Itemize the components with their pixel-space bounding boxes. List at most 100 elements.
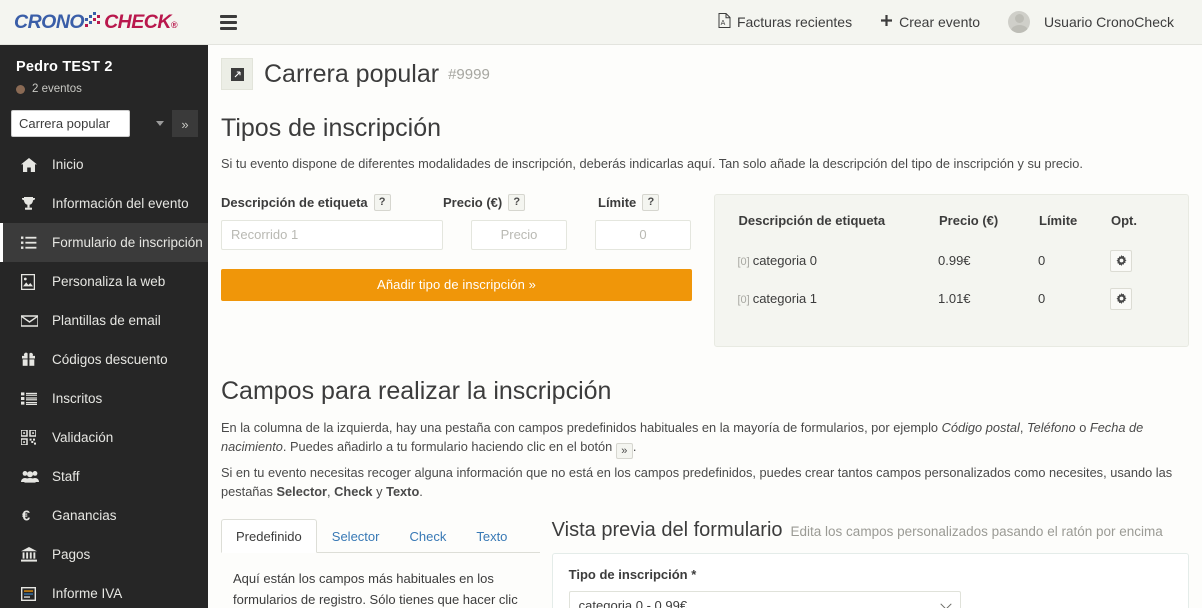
preview-field-label-text: Tipo de inscripción xyxy=(568,567,688,583)
tab-panel-predefinido: Aquí están los campos más habituales en … xyxy=(221,553,540,608)
tab-selector[interactable]: Selector xyxy=(317,519,395,553)
types-row: Descripción de etiqueta ? Precio (€) ? L… xyxy=(208,193,1202,347)
col-opt: Opt. xyxy=(1111,212,1137,228)
home-icon xyxy=(21,157,42,172)
label-limite-text: Límite xyxy=(598,194,637,210)
fields-paragraph-2: Si en tu evento necesitas recoger alguna… xyxy=(221,463,1189,501)
event-go-button[interactable]: » xyxy=(172,110,198,137)
logo-text: CRONO CHECK ® xyxy=(14,10,178,34)
sidebar-item-label: Formulario de inscripción xyxy=(52,235,203,250)
types-table-head: Descripción de etiqueta Precio (€) Límit… xyxy=(737,212,1166,244)
brand-logo[interactable]: CRONO CHECK ® xyxy=(0,0,208,45)
tipo-inscripcion-select[interactable]: categoria 0 - 0.99€ xyxy=(568,591,961,608)
logo-registered-icon: ® xyxy=(170,19,178,30)
sidebar-item-staff[interactable]: Staff xyxy=(0,457,208,496)
recent-invoices-link[interactable]: A Facturas recientes xyxy=(704,0,866,45)
create-event-label: Crear evento xyxy=(899,14,981,30)
p2-c: y xyxy=(372,484,387,500)
hamburger-bar xyxy=(220,26,237,30)
sidebar-item-informe-iva[interactable]: Informe IVA xyxy=(0,574,208,608)
p1-em1: Código postal xyxy=(941,419,1020,435)
tab-predefinido[interactable]: Predefinido xyxy=(221,519,317,554)
status-dot-icon xyxy=(16,84,25,94)
row-name: categoria 0 xyxy=(752,253,818,269)
tab-check[interactable]: Check xyxy=(394,519,461,553)
limite-input[interactable] xyxy=(595,219,691,250)
sidebar-item-ganancias[interactable]: € Ganancias xyxy=(0,496,208,535)
user-menu[interactable]: Usuario CronoCheck xyxy=(994,0,1188,45)
invoice-icon xyxy=(21,586,42,601)
sidebar-item-label: Validación xyxy=(52,430,114,445)
top-navbar-right: A Facturas recientes Crear evento Usuari… xyxy=(704,0,1202,45)
tab-body-line-1: Aquí están los campos más habituales en … xyxy=(233,571,494,587)
cell-opt xyxy=(1110,244,1166,282)
sidebar-user-meta: 2 eventos xyxy=(16,83,192,95)
sidebar-item-label: Inicio xyxy=(52,157,84,172)
euro-icon: € xyxy=(21,508,42,524)
pencil-square-icon[interactable] xyxy=(221,58,253,90)
sidebar-item-validacion[interactable]: Validación xyxy=(0,418,208,457)
cell-limite: 0 xyxy=(1038,291,1046,307)
types-section-heading: Tipos de inscripción xyxy=(221,114,442,142)
cell-descripcion: [0] categoria 1 xyxy=(737,282,938,320)
sidebar-item-inscritos[interactable]: Inscritos xyxy=(0,379,208,418)
sidebar-item-label: Personaliza la web xyxy=(52,274,166,289)
precio-input[interactable] xyxy=(471,219,567,250)
types-section-lead: Si tu evento dispone de diferentes modal… xyxy=(221,156,1083,171)
sidebar-item-inicio[interactable]: Inicio xyxy=(0,145,208,184)
cell-opt xyxy=(1110,282,1166,320)
col-descripcion: Descripción de etiqueta xyxy=(738,212,886,228)
label-precio-text: Precio (€) xyxy=(443,194,503,210)
sidebar-item-codigos-descuento[interactable]: Códigos descuento xyxy=(0,340,208,379)
add-type-inputs xyxy=(221,219,700,250)
hamburger-bar xyxy=(220,14,237,18)
gear-icon[interactable] xyxy=(1110,287,1132,310)
sidebar-item-informacion-del-evento[interactable]: Información del evento xyxy=(0,184,208,223)
table-row: [0] categoria 1 1.01€ 0 xyxy=(737,282,1166,320)
add-type-button[interactable]: Añadir tipo de inscripción » xyxy=(221,268,692,301)
field-tabs-column: Predefinido Selector Check Texto Aquí es… xyxy=(221,519,540,608)
help-descripcion-button[interactable]: ? xyxy=(373,193,391,211)
label-limite: Límite ? xyxy=(598,193,660,211)
cell-descripcion: [0] categoria 0 xyxy=(737,244,938,282)
fields-section-heading: Campos para realizar la inscripción xyxy=(221,376,612,405)
gear-icon[interactable] xyxy=(1110,249,1132,272)
p2-b1: Selector xyxy=(276,484,328,500)
sidebar-item-plantillas-de-email[interactable]: Plantillas de email xyxy=(0,301,208,340)
hamburger-icon[interactable] xyxy=(220,14,246,30)
table-row: [0] categoria 0 0.99€ 0 xyxy=(737,244,1166,282)
sidebar-item-formulario-de-inscripcion[interactable]: Formulario de inscripción xyxy=(0,223,208,262)
sidebar-item-label: Informe IVA xyxy=(52,586,123,601)
tab-texto[interactable]: Texto xyxy=(461,519,522,553)
logo-crono-text: CRONO xyxy=(14,10,85,33)
sidebar-item-pagos[interactable]: Pagos xyxy=(0,535,208,574)
trophy-icon xyxy=(21,196,42,211)
types-table-body: [0] categoria 0 0.99€ 0 [0] categoria 1 … xyxy=(737,244,1166,320)
help-precio-button[interactable]: ? xyxy=(508,193,526,211)
sidebar-user-name: Pedro TEST 2 xyxy=(16,59,113,75)
hamburger-bar xyxy=(220,20,237,24)
tab-body-line-2: formularios de registro. Sólo tienes que… xyxy=(233,591,518,607)
event-select-wrapper: Carrera popular xyxy=(11,110,172,137)
descripcion-input[interactable] xyxy=(221,219,443,250)
form-preview-column: Vista previa del formulario Edita los ca… xyxy=(551,519,1189,608)
sidebar-item-label: Códigos descuento xyxy=(52,352,168,367)
sidebar-item-personaliza-la-web[interactable]: Personaliza la web xyxy=(0,262,208,301)
app-root: CRONO CHECK ® A Facturas recientes Crear e… xyxy=(0,0,1202,608)
help-limite-button[interactable]: ? xyxy=(642,193,660,211)
svg-text:A: A xyxy=(721,20,726,27)
create-event-link[interactable]: Crear evento xyxy=(866,0,994,45)
p1-b: , xyxy=(1019,419,1027,435)
bank-icon xyxy=(21,547,42,562)
list-icon xyxy=(21,392,42,405)
chevron-right-button[interactable]: » xyxy=(615,442,633,459)
user-name-label: Usuario CronoCheck xyxy=(1044,14,1174,30)
event-id-label: #9999 xyxy=(448,65,490,83)
p2-b3: Texto xyxy=(386,484,420,500)
row-index: [0] xyxy=(737,256,750,269)
event-select[interactable]: Carrera popular xyxy=(11,110,130,137)
sidebar-item-label: Ganancias xyxy=(52,508,117,523)
bottom-row: Predefinido Selector Check Texto Aquí es… xyxy=(221,519,1189,608)
add-type-form: Descripción de etiqueta ? Precio (€) ? L… xyxy=(221,193,700,347)
preview-select-wrapper: categoria 0 - 0.99€ xyxy=(568,591,961,608)
